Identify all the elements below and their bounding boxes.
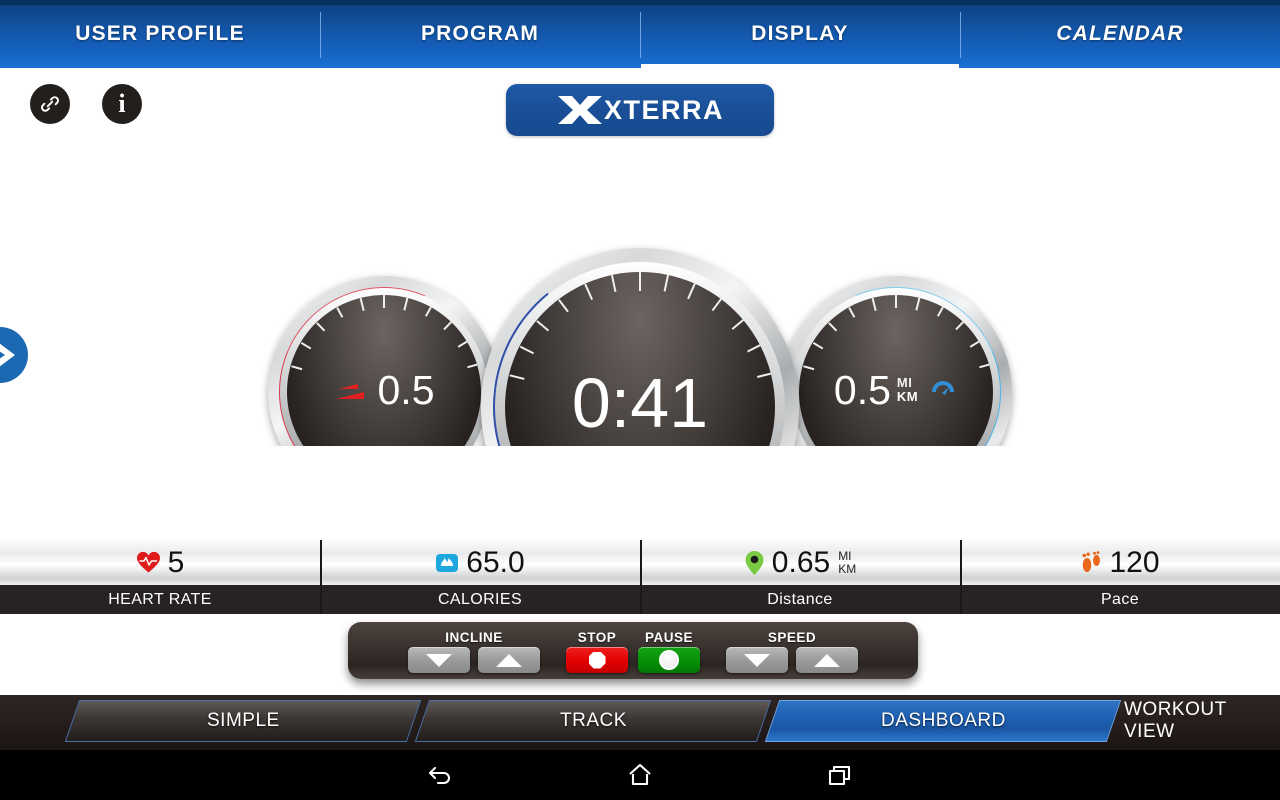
stop-button[interactable] <box>566 647 628 673</box>
metric-distance-unit-top: MI <box>838 548 852 563</box>
tab-program[interactable]: PROGRAM <box>320 0 640 68</box>
treadmill-display-screen: USER PROFILE PROGRAM DISPLAY CALENDAR i <box>0 0 1280 800</box>
gauge-speed-unit-bottom: KM <box>896 389 919 404</box>
view-tab-simple[interactable]: SIMPLE <box>64 700 422 742</box>
speedometer-icon <box>932 381 955 395</box>
triangle-down-icon <box>426 653 452 667</box>
metric-heart-rate[interactable]: 5 HEART RATE <box>0 540 320 614</box>
home-icon[interactable] <box>600 750 680 800</box>
gauge-speed-value: 0.5 <box>833 366 891 413</box>
metric-pace-label: Pace <box>1100 590 1140 608</box>
triangle-down-icon <box>744 653 770 667</box>
metric-distance[interactable]: 0.65 MI KM Distance <box>640 540 960 614</box>
brand-logo: XTERRA <box>506 84 774 136</box>
speed-down-button[interactable] <box>726 647 788 673</box>
tab-display[interactable]: DISPLAY <box>640 0 960 68</box>
stop-control-group: STOP <box>566 630 628 673</box>
metrics-bar: 5 HEART RATE 65.0 CALORIES 0.65 MI KM Di… <box>0 540 1280 614</box>
gauge-cluster: 0.5 INCLINE <box>0 150 1280 446</box>
header-icon-group: i <box>30 84 142 124</box>
back-arrow-icon[interactable] <box>400 750 480 800</box>
metric-calories-value: 65.0 <box>466 545 525 579</box>
view-tab-dashboard[interactable]: DASHBOARD <box>764 700 1122 742</box>
brand-logo-text: XTERRA <box>603 94 724 125</box>
view-tab-track[interactable]: TRACK <box>414 700 772 742</box>
metric-calories[interactable]: 65.0 CALORIES <box>320 540 640 614</box>
metric-distance-unit-bottom: KM <box>838 561 857 576</box>
heart-rate-icon <box>136 551 160 573</box>
metric-pace[interactable]: 120 Pace <box>960 540 1280 614</box>
view-tab-dashboard-label: DASHBOARD <box>880 710 1006 731</box>
map-pin-icon <box>745 550 764 575</box>
incline-ramp-icon <box>335 384 364 399</box>
incline-down-button[interactable] <box>408 647 470 673</box>
incline-control-group: INCLINE <box>408 630 540 673</box>
gauge-speed: 0.5 MI KM SPEED <box>759 255 1033 446</box>
link-icon[interactable] <box>30 84 70 124</box>
triangle-up-icon <box>814 653 840 667</box>
metric-heart-rate-label: HEART RATE <box>108 590 212 608</box>
gauge-speed-units: MI KM <box>897 376 918 403</box>
info-icon[interactable]: i <box>102 84 142 124</box>
view-mode-bar: SIMPLE TRACK DASHBOARD WORKOUT VIEW <box>0 695 1280 750</box>
gauge-time-elapsed: 0:41 TIME ELAPSED <box>478 245 802 446</box>
recent-apps-icon[interactable] <box>800 750 880 800</box>
triangle-up-icon <box>496 653 522 667</box>
incline-control-label: INCLINE <box>445 630 503 645</box>
view-tab-simple-label: SIMPLE <box>206 710 280 731</box>
pause-control-label: PAUSE <box>644 630 693 645</box>
gauge-incline: 0.5 INCLINE <box>247 255 521 446</box>
tab-display-label: DISPLAY <box>751 22 849 45</box>
metric-distance-units: MI KM <box>838 550 856 575</box>
metric-pace-value: 120 <box>1109 545 1160 579</box>
speed-control-label: SPEED <box>767 630 817 645</box>
metric-distance-value: 0.65 <box>771 545 831 579</box>
top-navigation-bar: USER PROFILE PROGRAM DISPLAY CALENDAR <box>0 0 1280 68</box>
metric-heart-rate-value: 5 <box>167 545 185 579</box>
pause-control-group: PAUSE <box>638 630 700 673</box>
circle-icon <box>659 650 679 670</box>
octagon-icon <box>588 651 606 669</box>
footsteps-icon <box>1082 551 1101 572</box>
speed-control-group: SPEED <box>726 630 858 673</box>
tab-user-profile-label: USER PROFILE <box>75 22 245 45</box>
info-icon-glyph: i <box>118 89 126 118</box>
gauge-speed-unit-top: MI <box>896 375 913 391</box>
control-panel: INCLINE STOP PAUSE SPEED <box>348 622 918 679</box>
pause-button[interactable] <box>638 647 700 673</box>
workout-view-text: WORKOUT VIEW <box>1124 699 1227 742</box>
incline-up-button[interactable] <box>478 647 540 673</box>
tab-calendar[interactable]: CALENDAR <box>960 0 1280 68</box>
calories-flame-icon <box>436 553 459 572</box>
metric-distance-label: Distance <box>767 590 833 608</box>
xterra-x-icon <box>557 96 602 124</box>
tab-user-profile[interactable]: USER PROFILE <box>0 0 320 68</box>
speed-up-button[interactable] <box>796 647 858 673</box>
tab-program-label: PROGRAM <box>420 22 540 45</box>
android-navigation-bar <box>0 750 1280 800</box>
gauge-time-value: 0:41 <box>571 364 709 442</box>
gauge-incline-value: 0.5 <box>377 366 435 413</box>
view-tab-track-label: TRACK <box>559 710 627 731</box>
metric-calories-label: CALORIES <box>437 590 523 608</box>
tab-calendar-label: CALENDAR <box>1056 22 1184 45</box>
stop-control-label: STOP <box>577 630 617 645</box>
workout-view-label: WORKOUT VIEW <box>1124 699 1280 742</box>
